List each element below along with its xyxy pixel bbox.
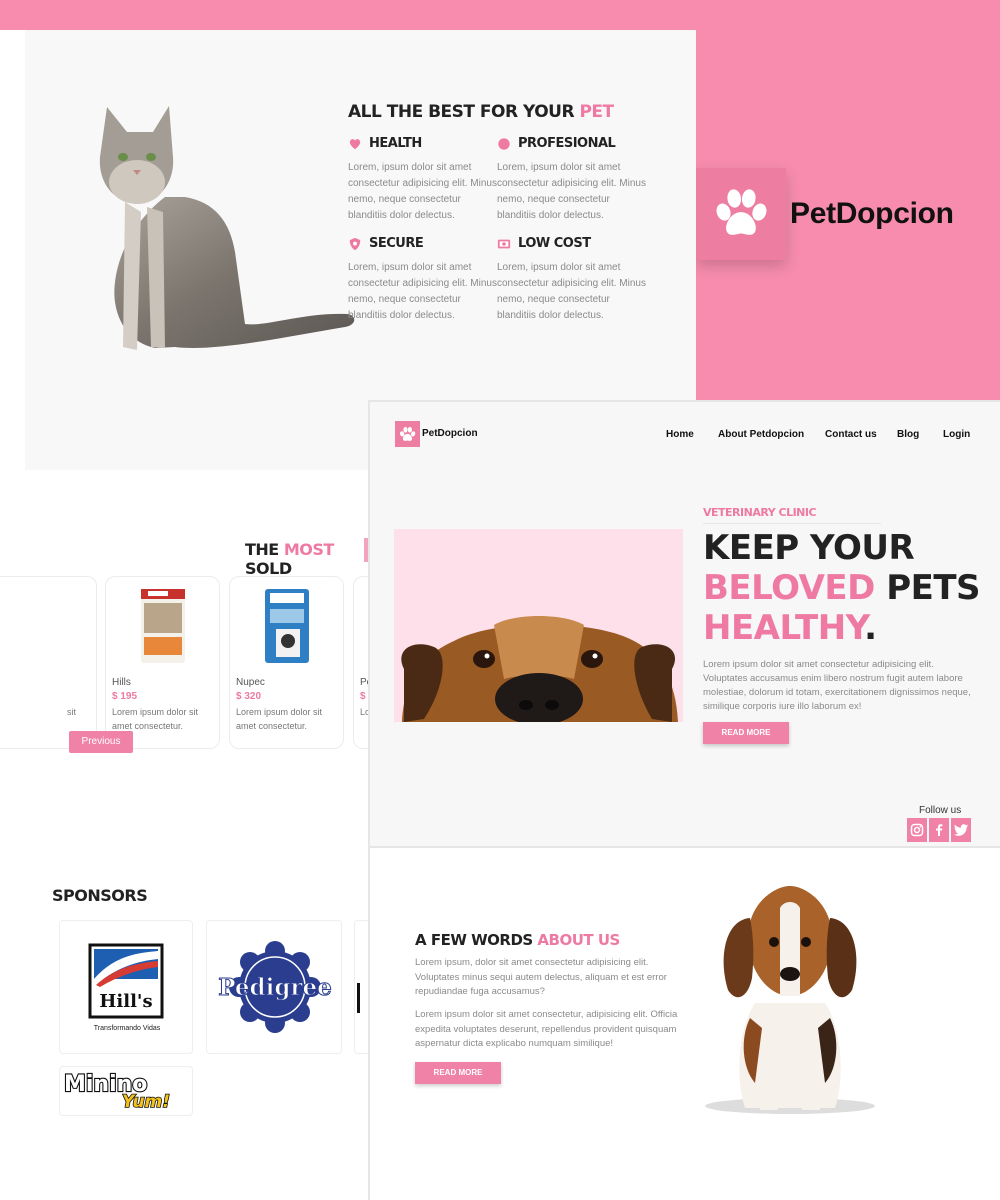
feature-secure-title: SECURE xyxy=(348,236,498,251)
hero-title-dot: . xyxy=(864,608,877,648)
nav-brand[interactable]: PetDopcion xyxy=(422,428,478,439)
hero-title: KEEP YOUR BELOVED PETS HEALTHY. xyxy=(703,528,981,648)
feature-health-title: HEALTH xyxy=(348,136,498,151)
nav-login[interactable]: Login xyxy=(943,429,970,440)
hero-eyebrow: VETERINARY CLINIC xyxy=(703,506,817,519)
features-heading-main: ALL THE BEST FOR YOUR xyxy=(348,102,580,122)
hero-title-line-3: HEALTHY xyxy=(703,608,865,648)
feature-secure: SECURE Lorem, ipsum dolor sit amet conse… xyxy=(348,236,498,324)
hills-bag-image xyxy=(141,589,185,663)
hills-logo-text: Hill's xyxy=(99,991,152,1012)
hero-title-accent: BELOVED xyxy=(703,568,875,608)
instagram-button[interactable] xyxy=(907,818,927,842)
product-name: Hills xyxy=(112,677,131,688)
sponsors-panel: SPONSORS Hill's Transformando Vidas Pedi… xyxy=(0,850,370,1200)
about-paragraph-1: Lorem ipsum, dolor sit amet consectetur … xyxy=(415,957,667,997)
dog-peeking-image xyxy=(401,616,678,722)
product-name: Nupec xyxy=(236,677,265,688)
nav-logo[interactable] xyxy=(395,421,420,447)
about-read-more-button[interactable]: READ MORE xyxy=(415,1062,501,1084)
shield-icon xyxy=(349,237,361,250)
feature-health: HEALTH Lorem, ipsum dolor sit amet conse… xyxy=(348,136,498,224)
cat-photo xyxy=(99,106,355,350)
feature-low-cost-label: LOW COST xyxy=(518,236,591,251)
product-card-hills[interactable]: Hills $ 195 Lorem ipsum dolor sit amet c… xyxy=(105,576,220,749)
product-card-partial-left[interactable]: sit xyxy=(0,576,97,749)
follow-us-label: Follow us xyxy=(919,805,962,816)
sponsor-minino[interactable]: Minino Yum! xyxy=(59,1066,193,1116)
paw-logo xyxy=(696,168,786,260)
about-heading: A FEW WORDS ABOUT US xyxy=(415,931,620,949)
about-heading-accent: ABOUT US xyxy=(537,931,620,949)
hero-read-more-button[interactable]: READ MORE xyxy=(703,722,789,744)
most-sold-heading-1: THE xyxy=(245,540,284,559)
facebook-button[interactable] xyxy=(929,818,949,842)
feature-low-cost-title: LOW COST xyxy=(497,236,647,251)
sponsor-pedigree[interactable]: Pedigree xyxy=(206,920,342,1054)
about-heading-1: A FEW WORDS xyxy=(415,931,538,949)
feature-profesional-title: PROFESIONAL xyxy=(497,136,647,151)
feature-profesional-text: Lorem, ipsum dolor sit amet consectetur … xyxy=(497,162,646,221)
feature-low-cost: LOW COST Lorem, ipsum dolor sit amet con… xyxy=(497,236,647,324)
hero-dog-image xyxy=(394,529,683,722)
product-price: $ 320 xyxy=(236,691,262,702)
instagram-icon xyxy=(910,823,924,837)
feature-low-cost-text: Lorem, ipsum dolor sit amet consectetur … xyxy=(497,262,646,321)
hills-logo: Hill's Transformando Vidas xyxy=(88,943,164,1032)
features-heading-accent: PET xyxy=(579,102,614,122)
most-sold-heading-accent: MOST xyxy=(283,540,334,559)
facebook-icon xyxy=(936,824,943,836)
nupec-bag-image xyxy=(265,589,309,663)
twitter-button[interactable] xyxy=(951,818,971,842)
previous-button[interactable]: Previous xyxy=(69,731,133,753)
hero-panel: PetDopcion Home About Petdopcion Contact… xyxy=(368,400,1000,848)
nav-contact[interactable]: Contact us xyxy=(825,429,877,440)
most-sold-heading: THE MOST SOLD xyxy=(245,540,368,578)
about-panel: A FEW WORDS ABOUT US Lorem ipsum, dolor … xyxy=(368,846,1000,1200)
hills-tagline: Transformando Vidas xyxy=(94,1025,161,1032)
product-desc: Lorem ipsum dolor sit amet consectetur. xyxy=(236,707,323,731)
feature-profesional-label: PROFESIONAL xyxy=(518,136,616,151)
brand-name: PetDopcion xyxy=(790,197,954,230)
sponsors-heading: SPONSORS xyxy=(52,886,148,905)
product-price: $ xyxy=(360,691,366,702)
product-price: $ 195 xyxy=(112,691,138,702)
most-sold-panel: THE MOST SOLD sit Hills $ 195 Lorem ipsu… xyxy=(0,470,374,850)
feature-secure-label: SECURE xyxy=(369,236,424,251)
eyebrow-divider xyxy=(703,523,881,524)
partial-logo-fragment xyxy=(357,983,360,1013)
paw-icon xyxy=(716,189,767,235)
nav-about[interactable]: About Petdopcion xyxy=(718,429,804,440)
minino-logo: Minino Yum! xyxy=(63,1071,171,1113)
product-card-nupec[interactable]: Nupec $ 320 Lorem ipsum dolor sit amet c… xyxy=(229,576,344,749)
paw-icon xyxy=(400,426,416,441)
hero-title-line-2-rest: PETS xyxy=(874,568,981,608)
nav-blog[interactable]: Blog xyxy=(897,429,919,440)
twitter-icon xyxy=(953,824,968,836)
beagle-puppy-image xyxy=(705,886,875,1114)
about-paragraph-2: Lorem ipsum dolor sit amet consectetur, … xyxy=(415,1009,678,1049)
pedigree-logo-text: Pedigree xyxy=(218,974,332,1001)
hero-title-line-1: KEEP YOUR xyxy=(703,528,915,568)
feature-secure-text: Lorem, ipsum dolor sit amet consectetur … xyxy=(348,262,497,321)
nav-home[interactable]: Home xyxy=(666,429,694,440)
feature-profesional: PROFESIONAL Lorem, ipsum dolor sit amet … xyxy=(497,136,647,224)
heart-icon xyxy=(349,138,361,149)
brand-lockup: PetDopcion xyxy=(696,168,954,260)
product-desc: Lorem ipsum dolor sit amet consectetur. xyxy=(112,707,199,731)
feature-health-label: HEALTH xyxy=(369,136,422,151)
money-icon xyxy=(497,239,511,248)
features-heading: ALL THE BEST FOR YOUR PET xyxy=(348,102,614,122)
sponsor-hills[interactable]: Hill's Transformando Vidas xyxy=(59,920,193,1054)
hero-paragraph: Lorem ipsum dolor sit amet consectetur a… xyxy=(703,659,971,712)
feature-health-text: Lorem, ipsum dolor sit amet consectetur … xyxy=(348,162,497,221)
circle-badge-icon xyxy=(498,137,510,150)
pedigree-logo: Pedigree xyxy=(218,941,332,1033)
minino-logo-sub: Yum! xyxy=(122,1092,170,1112)
